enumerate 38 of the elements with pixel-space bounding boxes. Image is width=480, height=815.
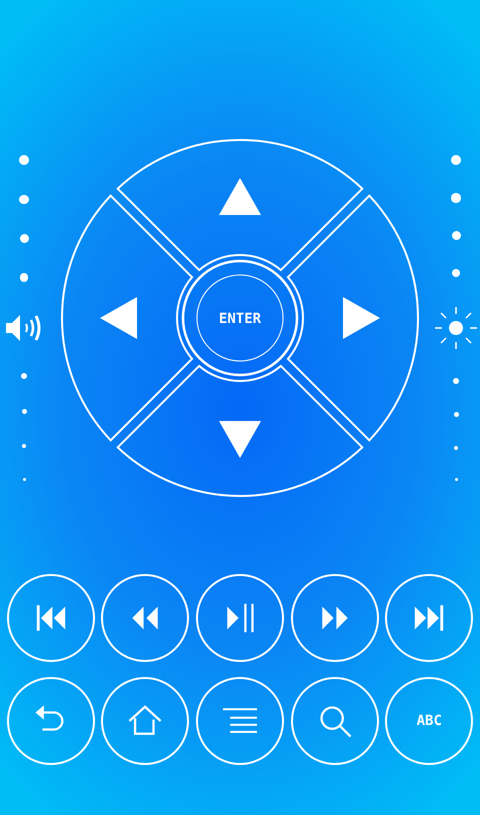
fast-forward-button[interactable] xyxy=(290,574,379,662)
slider-step-dot xyxy=(454,446,458,450)
home-icon xyxy=(128,704,162,738)
slider-step-dot xyxy=(22,409,26,414)
triangle-icon xyxy=(343,297,380,339)
play-pause-button[interactable] xyxy=(196,574,284,662)
slider-step-dot xyxy=(452,231,460,240)
slider-step-dot xyxy=(454,412,458,418)
enter-button[interactable]: ENTER xyxy=(182,260,298,376)
direction-right-button[interactable] xyxy=(286,194,419,442)
search-icon xyxy=(318,704,352,738)
slider-step-dot xyxy=(21,373,27,380)
slider-step-dot xyxy=(453,378,459,384)
direction-down-button[interactable] xyxy=(116,364,364,497)
back-arrow-button[interactable] xyxy=(6,677,95,765)
direction-up-button[interactable] xyxy=(116,139,364,272)
slider-step-dot xyxy=(22,478,26,481)
keyboard-button[interactable]: ABC xyxy=(385,677,474,765)
slider-step-dot xyxy=(451,193,461,203)
slider-step-dot xyxy=(20,273,28,282)
slider-step-dot xyxy=(19,194,29,204)
rewind-button[interactable] xyxy=(101,574,190,662)
triangle-icon xyxy=(219,421,261,458)
slider-step-dot xyxy=(454,478,458,481)
triangle-icon xyxy=(219,178,261,215)
search-button[interactable] xyxy=(290,677,379,765)
slider-step-dot xyxy=(451,155,461,165)
triangle-icon xyxy=(100,297,137,339)
slider-step-dot xyxy=(20,234,28,244)
home-button[interactable] xyxy=(101,677,190,765)
sun-icon[interactable] xyxy=(434,306,478,350)
next-button[interactable] xyxy=(385,574,474,662)
direction-left-button[interactable] xyxy=(61,194,194,442)
slider-step-dot xyxy=(19,155,29,165)
previous-button[interactable] xyxy=(6,574,95,662)
slider-step-dot xyxy=(22,444,26,448)
menu-button[interactable] xyxy=(196,677,284,765)
slider-step-dot xyxy=(452,268,460,278)
